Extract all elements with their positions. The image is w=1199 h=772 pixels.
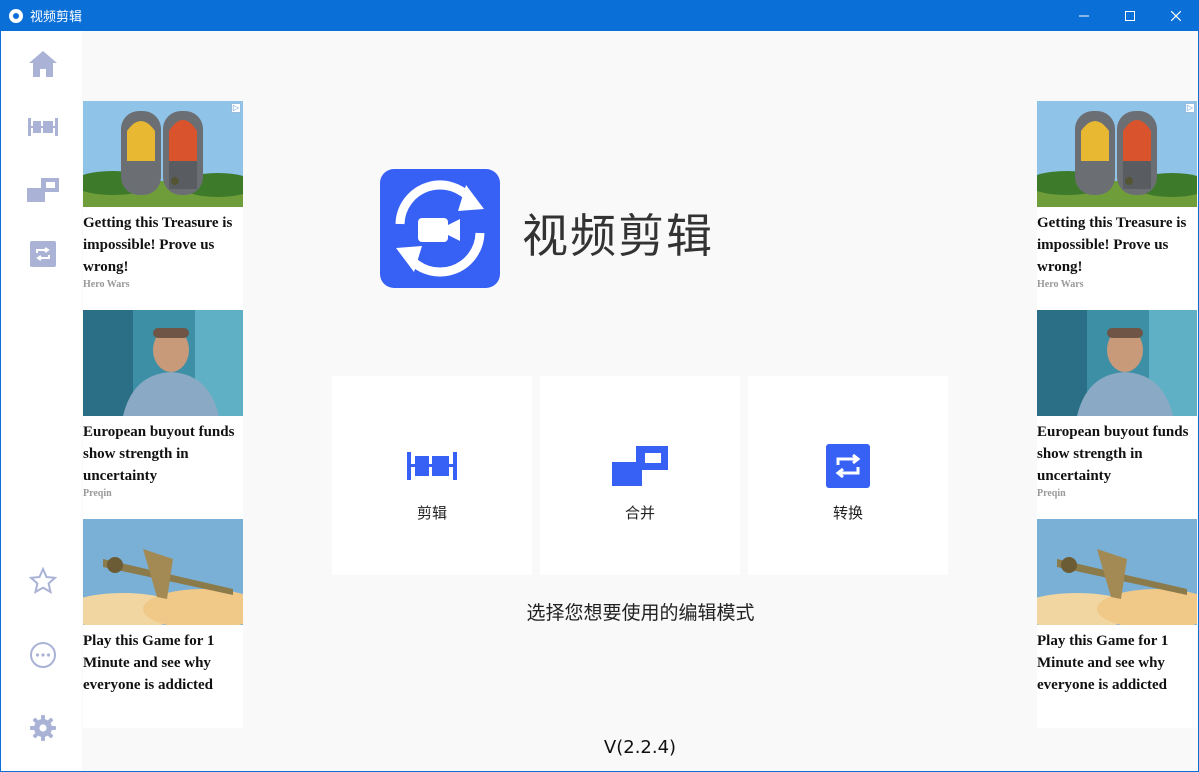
ad-item[interactable]: European buyout funds show strength in u… (83, 310, 243, 519)
title-bar: 视频剪辑 (0, 0, 1199, 31)
ad-column-right: ▷ Getting this Treasure is impossible! P… (1037, 101, 1197, 728)
merge-icon (612, 444, 668, 488)
mode-label: 转换 (832, 504, 863, 522)
minimize-button[interactable] (1061, 0, 1107, 31)
ad-title[interactable]: Play this Game for 1 Minute and see why … (83, 625, 243, 696)
mode-card-merge[interactable]: 合并 (540, 376, 740, 575)
ad-choices-icon[interactable]: ▷ (231, 103, 241, 113)
star-icon (29, 567, 57, 595)
merge-icon (27, 178, 59, 202)
ad-title[interactable]: Getting this Treasure is impossible! Pro… (1037, 207, 1197, 278)
trim-icon (28, 118, 58, 136)
ad-item[interactable]: ▷ Getting this Treasure is impossible! P… (1037, 101, 1197, 310)
ad-source: Hero Wars (83, 279, 130, 290)
ad-image-tower: ▷ (1037, 101, 1197, 207)
convert-icon (820, 444, 876, 488)
convert-icon (30, 241, 56, 267)
home-icon (29, 51, 57, 77)
ad-column-left: ▷ Getting this Treasure is impossible! P… (83, 101, 243, 728)
mode-label: 合并 (624, 504, 655, 522)
more-icon (30, 642, 56, 668)
sidebar-item-trim[interactable] (23, 107, 63, 147)
ad-item[interactable]: European buyout funds show strength in u… (1037, 310, 1197, 519)
maximize-icon (1125, 10, 1135, 21)
ad-choices-icon[interactable]: ▷ (1185, 103, 1195, 113)
mode-prompt: 选择您想要使用的编辑模式 (0, 598, 1199, 625)
mode-label: 剪辑 (416, 504, 447, 522)
sidebar (1, 31, 82, 771)
ad-title[interactable]: European buyout funds show strength in u… (83, 416, 243, 487)
window-title: 视频剪辑 (30, 10, 83, 25)
ad-source: Hero Wars (1037, 279, 1084, 290)
ad-image-person (1037, 310, 1197, 416)
version-label: V(2.2.4) (603, 737, 677, 758)
app-logo-icon (9, 8, 23, 23)
app-name: 视频剪辑 (522, 209, 714, 263)
close-icon (1171, 10, 1181, 21)
app-logo (380, 169, 500, 288)
mode-card-convert[interactable]: 转换 (748, 376, 948, 575)
ad-source: Preqin (83, 488, 112, 499)
minimize-icon (1079, 15, 1089, 16)
sidebar-item-merge[interactable] (23, 170, 63, 210)
sidebar-item-convert[interactable] (23, 234, 63, 274)
close-button[interactable] (1153, 0, 1199, 31)
sidebar-item-favorite[interactable] (23, 561, 63, 601)
mode-prompt-text: 选择您想要使用的编辑模式 (526, 602, 755, 624)
mode-card-trim[interactable]: 剪辑 (332, 376, 532, 575)
window-controls (1061, 0, 1199, 31)
ad-item[interactable]: ▷ Getting this Treasure is impossible! P… (83, 101, 243, 310)
ad-title[interactable]: Play this Game for 1 Minute and see why … (1037, 625, 1197, 696)
sidebar-item-home[interactable] (23, 44, 63, 84)
ad-image-tower: ▷ (83, 101, 243, 207)
sidebar-item-more[interactable] (23, 635, 63, 675)
ad-title[interactable]: European buyout funds show strength in u… (1037, 416, 1197, 487)
ad-image-person (83, 310, 243, 416)
maximize-button[interactable] (1107, 0, 1153, 31)
video-refresh-icon (395, 180, 485, 277)
ad-source: Preqin (1037, 488, 1066, 499)
ad-title[interactable]: Getting this Treasure is impossible! Pro… (83, 207, 243, 278)
trim-icon (404, 444, 460, 488)
